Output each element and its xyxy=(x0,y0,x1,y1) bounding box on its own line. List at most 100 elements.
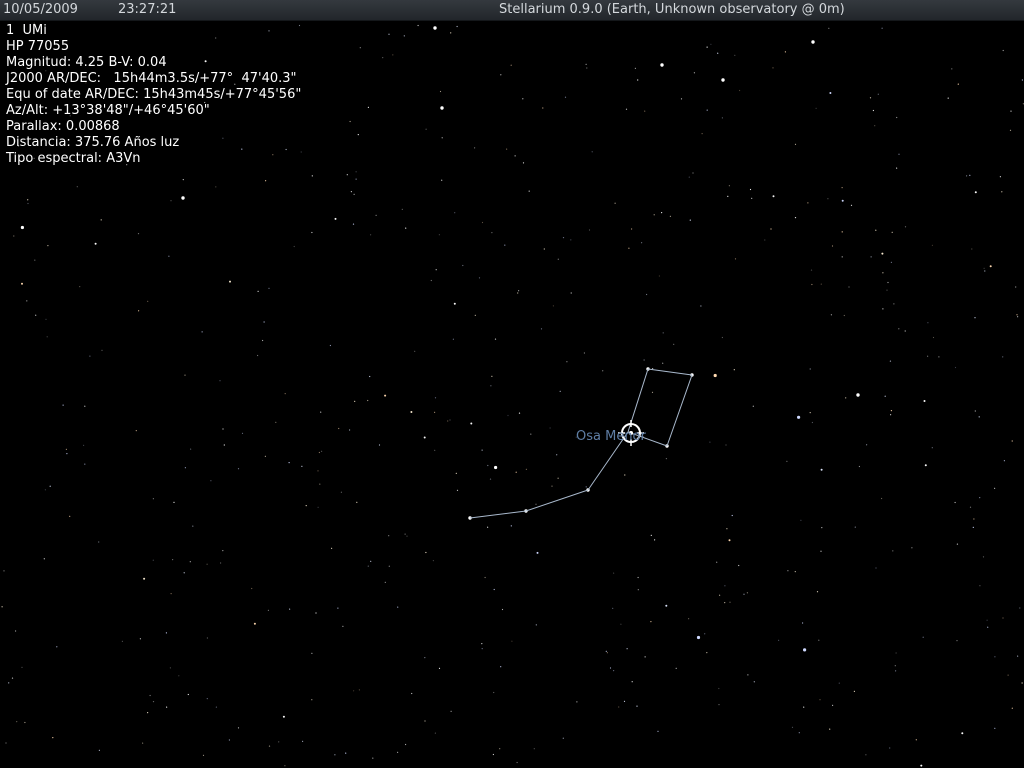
star xyxy=(727,195,729,197)
star xyxy=(709,441,711,443)
star xyxy=(8,682,10,684)
star xyxy=(535,503,537,505)
star xyxy=(927,322,929,324)
star xyxy=(831,245,834,247)
star xyxy=(637,589,639,591)
star xyxy=(618,706,620,708)
star xyxy=(1015,286,1017,288)
star xyxy=(661,212,663,214)
star xyxy=(378,444,381,446)
star xyxy=(494,338,497,340)
constellation-line xyxy=(525,489,589,512)
star xyxy=(802,622,804,624)
bright-star[interactable] xyxy=(433,26,437,30)
star xyxy=(79,286,81,288)
star xyxy=(494,465,498,470)
star xyxy=(540,328,543,330)
constellation-line xyxy=(666,374,693,447)
star xyxy=(487,526,489,528)
star xyxy=(452,338,454,340)
star xyxy=(510,525,512,527)
star xyxy=(924,464,927,467)
star xyxy=(282,715,285,718)
star xyxy=(845,397,847,399)
star xyxy=(425,128,427,130)
star xyxy=(613,670,615,672)
star xyxy=(588,229,591,231)
star xyxy=(367,399,369,402)
star xyxy=(367,565,369,567)
star xyxy=(152,498,154,500)
star xyxy=(152,559,154,561)
star xyxy=(94,242,97,245)
star xyxy=(557,258,559,260)
star xyxy=(743,593,745,595)
star xyxy=(501,608,504,611)
star xyxy=(794,143,797,145)
star xyxy=(135,430,137,432)
star xyxy=(890,410,893,412)
star xyxy=(644,656,646,658)
star xyxy=(44,489,47,491)
star xyxy=(794,217,797,219)
star xyxy=(816,591,819,593)
star xyxy=(820,468,823,471)
star xyxy=(734,258,737,260)
star xyxy=(562,237,565,239)
object-magnitude: Magnitud: 4.25 B-V: 0.04 xyxy=(6,55,167,70)
star xyxy=(492,753,494,756)
star xyxy=(927,355,929,357)
star xyxy=(602,370,604,372)
bright-star[interactable] xyxy=(440,106,444,110)
bright-star[interactable] xyxy=(811,40,815,44)
star xyxy=(121,640,123,643)
star xyxy=(938,356,940,358)
star xyxy=(411,692,413,695)
star xyxy=(237,468,240,470)
star xyxy=(696,635,701,640)
star xyxy=(830,314,833,316)
star xyxy=(710,43,712,45)
star xyxy=(83,444,85,446)
bright-star[interactable] xyxy=(181,196,185,200)
star xyxy=(625,108,628,110)
star xyxy=(631,228,633,230)
star xyxy=(172,559,174,561)
star xyxy=(229,280,231,283)
star xyxy=(318,451,320,454)
star xyxy=(384,394,387,397)
star xyxy=(931,244,934,246)
star xyxy=(922,636,924,638)
star xyxy=(353,690,355,692)
star xyxy=(898,328,900,330)
constellation-label[interactable]: Osa Menor xyxy=(576,429,646,444)
star xyxy=(253,622,256,625)
star xyxy=(470,422,473,425)
star xyxy=(56,646,58,648)
object-parallax: Parallax: 0.00868 xyxy=(6,119,120,134)
star xyxy=(957,83,959,85)
star xyxy=(994,727,996,729)
star xyxy=(478,277,481,279)
star xyxy=(884,395,886,397)
star xyxy=(98,541,100,543)
bright-star[interactable] xyxy=(856,393,860,397)
star xyxy=(522,98,524,100)
star xyxy=(896,116,898,119)
star xyxy=(165,632,167,634)
star xyxy=(972,526,974,529)
bright-star[interactable] xyxy=(721,78,725,82)
star xyxy=(439,90,442,93)
star xyxy=(890,261,893,263)
star xyxy=(98,749,100,751)
star xyxy=(47,245,49,247)
bright-star[interactable] xyxy=(660,63,664,67)
star xyxy=(1,606,3,608)
star xyxy=(853,690,856,693)
star xyxy=(355,171,357,173)
star xyxy=(170,200,172,202)
star xyxy=(441,179,443,181)
star xyxy=(346,174,348,176)
star xyxy=(620,623,622,625)
star xyxy=(904,226,907,228)
